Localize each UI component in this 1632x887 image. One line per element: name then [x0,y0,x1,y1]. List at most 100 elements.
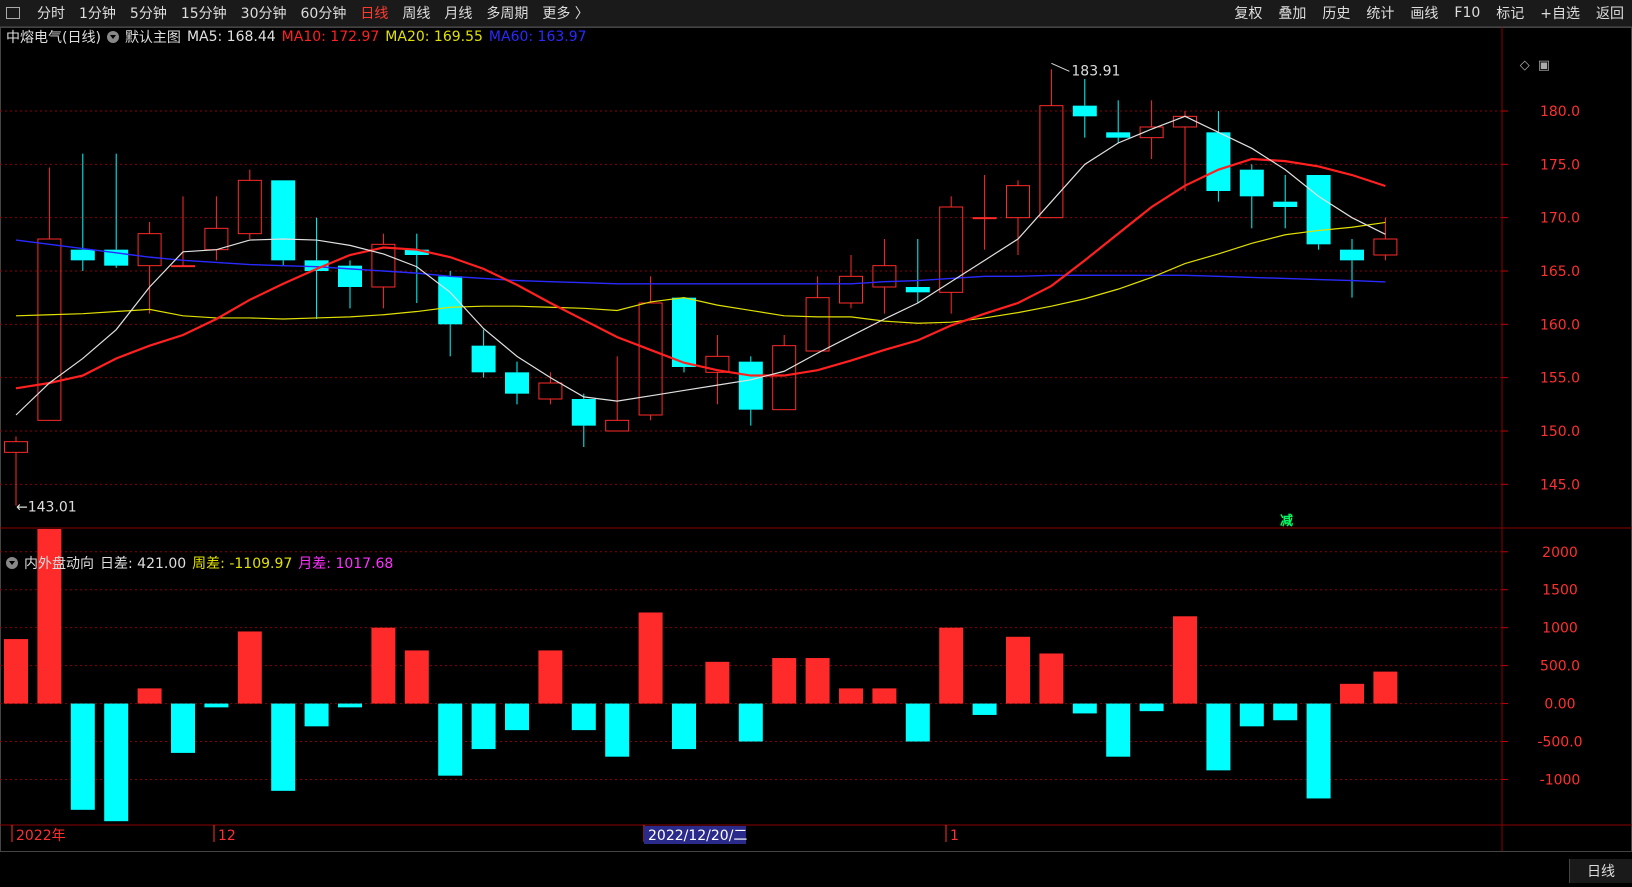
candle [237,169,262,239]
candle-body [37,238,62,421]
candle [605,356,630,432]
period-tab[interactable]: 30分钟 [234,3,294,23]
sub-bar [1039,653,1064,704]
sub-bar [571,703,596,731]
template-label[interactable]: 默认主图 [125,27,181,47]
sub-bar [505,703,529,731]
candle [1306,175,1331,250]
sub-bar [1206,703,1231,771]
candle-body [1072,105,1097,117]
candle-body [438,276,463,325]
period-tab[interactable]: 15分钟 [174,3,234,23]
candle [1039,69,1064,219]
sub-bar [1239,703,1264,727]
panel-icon[interactable]: ▣ [1538,58,1550,73]
candle [1106,100,1131,143]
sub-bar [438,703,463,776]
candle-body [839,275,863,304]
toolbar-button[interactable]: 历史 [1314,3,1358,23]
sub-bar [204,703,229,708]
period-tab[interactable]: 5分钟 [123,3,174,23]
sub-bar [1072,703,1097,714]
candle [805,276,830,352]
toolbar-button[interactable]: 叠加 [1270,3,1314,23]
sub-tick-label: -1000 [1540,772,1581,788]
candle-body [237,179,262,235]
period-tab[interactable]: 分时 [30,3,72,23]
candle [1072,79,1097,138]
sub-bar [939,627,964,704]
toolbar-button[interactable]: 复权 [1226,3,1270,23]
sub-bar [972,703,997,715]
window-icon[interactable] [4,4,22,22]
sub-bar [271,703,296,791]
candle [271,180,296,266]
date-label: 2022年 [16,828,66,844]
toolbar-button[interactable]: 统计 [1358,3,1402,23]
dropdown-icon[interactable] [6,557,18,569]
price-tick-label: 170.0 [1540,211,1580,227]
candle [638,276,663,421]
kline-chart[interactable]: 145.0 150.0 155.0 160.0 165.0 170.0 175.0 180.0… [0,27,1632,883]
chart-corner-icons: ◇ ▣ [1520,58,1550,73]
candle-body [371,243,396,288]
period-tab[interactable]: 多周期 [479,3,535,23]
sub-bar [137,688,162,704]
toolbar-button[interactable]: 返回 [1588,3,1632,23]
candle [505,361,529,405]
candle-body [672,297,696,367]
diamond-icon[interactable]: ◇ [1520,58,1530,73]
indicator-title[interactable]: 内外盘动向 [24,553,94,573]
candle-body [1206,132,1231,191]
candle [571,393,596,447]
sub-bar [471,703,496,750]
sub-tick-label: 1000 [1542,621,1578,637]
sub-tick-label: 0.00 [1544,697,1575,713]
top-toolbar: 分时 1分钟 5分钟 15分钟 30分钟 60分钟 日线 周线 月线 多周期 更多 〉 复权 叠加 历史… [0,0,1632,27]
toolbar-button[interactable]: +自选 [1532,3,1588,23]
main-chart-info: 中熔电气(日线) 默认主图 MA5: 168.44 MA10: 172.97 M… [6,27,593,47]
candle-body [1340,249,1364,261]
period-tab[interactable]: 60分钟 [294,3,354,23]
period-tab[interactable]: 周线 [395,3,437,23]
candle-body [70,249,95,261]
period-tab[interactable]: 日线 [353,3,395,23]
candle [4,436,28,506]
sub-bar [705,661,730,704]
dropdown-icon[interactable] [106,31,119,43]
candle [137,221,162,314]
month-diff-label: 月差: 1017.68 [298,556,394,572]
sub-bar [738,703,763,742]
period-tab[interactable]: 1分钟 [72,3,123,23]
date-label: 12 [218,828,236,844]
bottom-period-tab[interactable]: 日线 [1569,859,1632,883]
sub-bar [1173,616,1197,704]
candle [438,271,463,357]
candle [839,255,863,309]
sub-bar [4,639,28,704]
sub-bar [839,688,863,704]
candle-body [905,287,930,293]
sub-bar [70,703,95,810]
candle-body [1106,132,1131,138]
period-tab[interactable]: 更多 〉 [535,3,595,23]
sub-bar [772,658,797,704]
sub-tick-label: 1500 [1542,583,1578,599]
period-tab[interactable]: 月线 [437,3,479,23]
toolbar-button[interactable]: F10 [1446,5,1488,21]
week-diff-label: 周差: -1109.97 [192,556,293,572]
candle [471,329,496,378]
price-tick-label: 160.0 [1540,317,1580,333]
period-tabs: 分时 1分钟 5分钟 15分钟 30分钟 60分钟 日线 周线 月线 多周期 更多 〉 [0,3,596,23]
toolbar-button[interactable]: 画线 [1402,3,1446,23]
toolbar-button[interactable]: 标记 [1488,3,1532,23]
sub-bar [1273,703,1298,721]
sub-bar [171,703,195,753]
candle-body [4,441,28,453]
sub-bar [605,703,630,757]
sub-bar [304,703,329,727]
ma10-label: MA10: 172.97 [281,29,380,45]
sub-tick-label: -500.0 [1537,735,1582,751]
candle-body [638,302,663,416]
candle-body [571,399,596,426]
